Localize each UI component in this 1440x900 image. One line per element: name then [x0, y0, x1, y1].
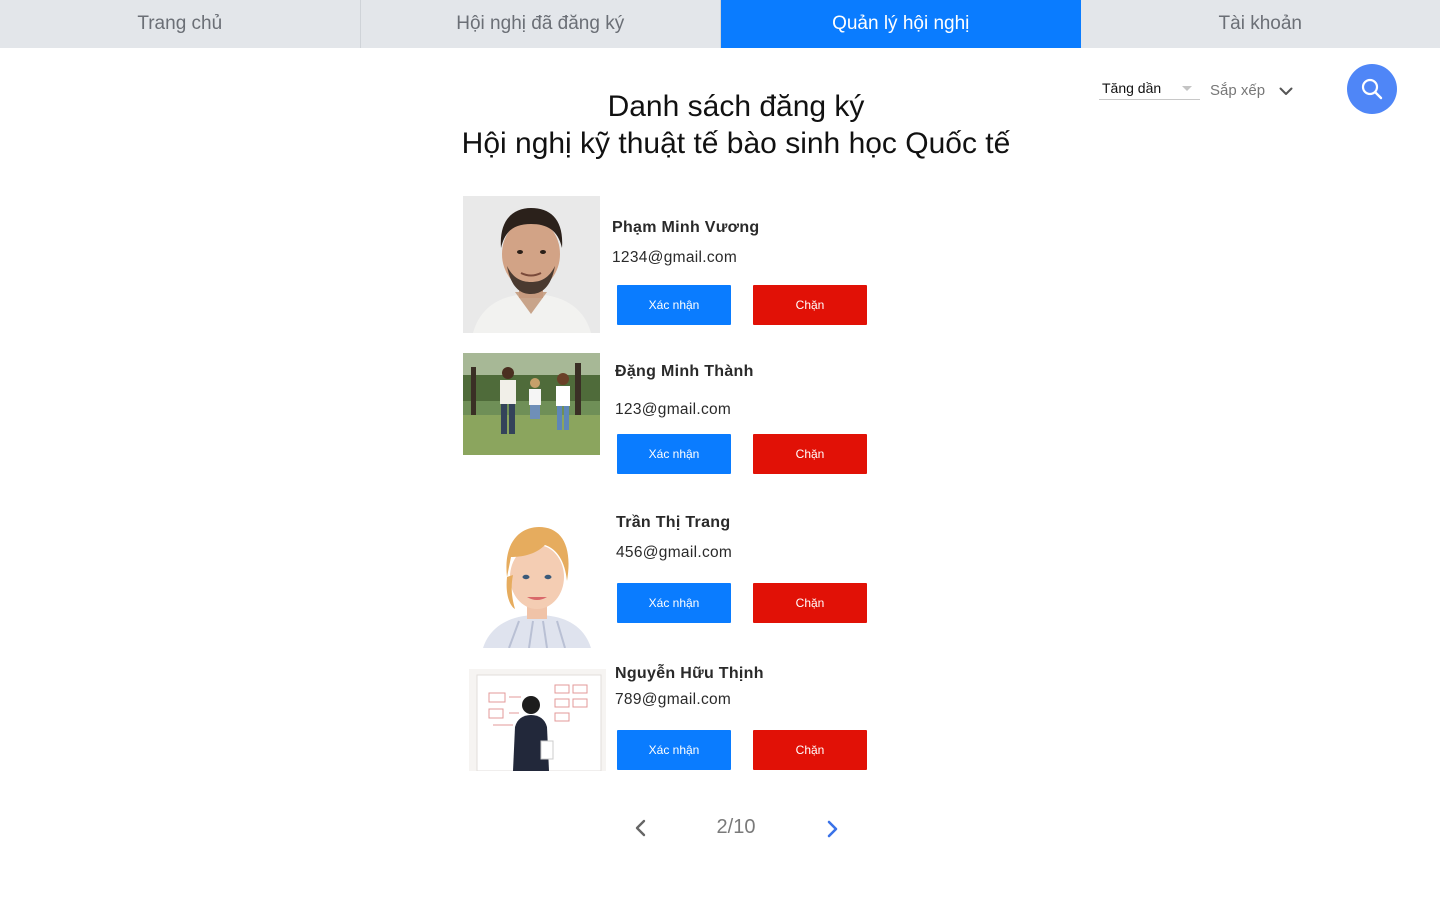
block-button[interactable]: Chặn: [753, 434, 867, 474]
registrant-email: 456@gmail.com: [616, 544, 733, 561]
tab-account[interactable]: Tài khoản: [1080, 0, 1440, 48]
page-title-line2: Hội nghị kỹ thuật tế bào sinh học Quốc t…: [461, 127, 1011, 160]
page-indicator: 2/10: [716, 816, 756, 838]
caret-down-icon: [1182, 86, 1192, 91]
sort-order-select[interactable]: Tăng dần: [1099, 80, 1200, 100]
registrant-email: 789@gmail.com: [615, 691, 732, 708]
tab-home[interactable]: Trang chủ: [0, 0, 361, 48]
search-icon: [1361, 78, 1383, 100]
chevron-right-icon[interactable]: [823, 819, 841, 839]
top-nav: Trang chủ Hội nghị đã đăng ký Quản lý hộ…: [0, 0, 1440, 48]
avatar: [469, 669, 606, 771]
avatar: [463, 353, 600, 455]
block-button[interactable]: Chặn: [753, 583, 867, 623]
registrant-name: Trần Thị Trang: [616, 514, 731, 531]
page-title-line1: Danh sách đăng ký: [607, 90, 865, 123]
chevron-down-icon[interactable]: [1277, 82, 1295, 100]
block-button[interactable]: Chặn: [753, 285, 867, 325]
confirm-button[interactable]: Xác nhận: [617, 285, 731, 325]
search-button[interactable]: [1347, 64, 1397, 114]
sort-order-value: Tăng dần: [1102, 80, 1162, 96]
confirm-button[interactable]: Xác nhận: [617, 730, 731, 770]
tab-manage-conferences[interactable]: Quản lý hội nghị: [721, 0, 1081, 48]
block-button[interactable]: Chặn: [753, 730, 867, 770]
registrant-email: 123@gmail.com: [615, 401, 732, 418]
confirm-button[interactable]: Xác nhận: [617, 434, 731, 474]
registrant-email: 1234@gmail.com: [612, 249, 738, 266]
registrant-name: Đặng Minh Thành: [615, 363, 754, 380]
registrant-name: Phạm Minh Vương: [612, 219, 760, 236]
page-title: Danh sách đăng ký Hội nghị kỹ thuật tế b…: [436, 88, 1036, 162]
avatar: [469, 511, 606, 648]
confirm-button[interactable]: Xác nhận: [617, 583, 731, 623]
tab-registered-conferences[interactable]: Hội nghị đã đăng ký: [360, 0, 721, 48]
avatar: [463, 196, 600, 333]
registrant-name: Nguyễn Hữu Thịnh: [615, 665, 764, 682]
chevron-left-icon[interactable]: [632, 818, 650, 838]
sort-label: Sắp xếp: [1210, 82, 1266, 99]
